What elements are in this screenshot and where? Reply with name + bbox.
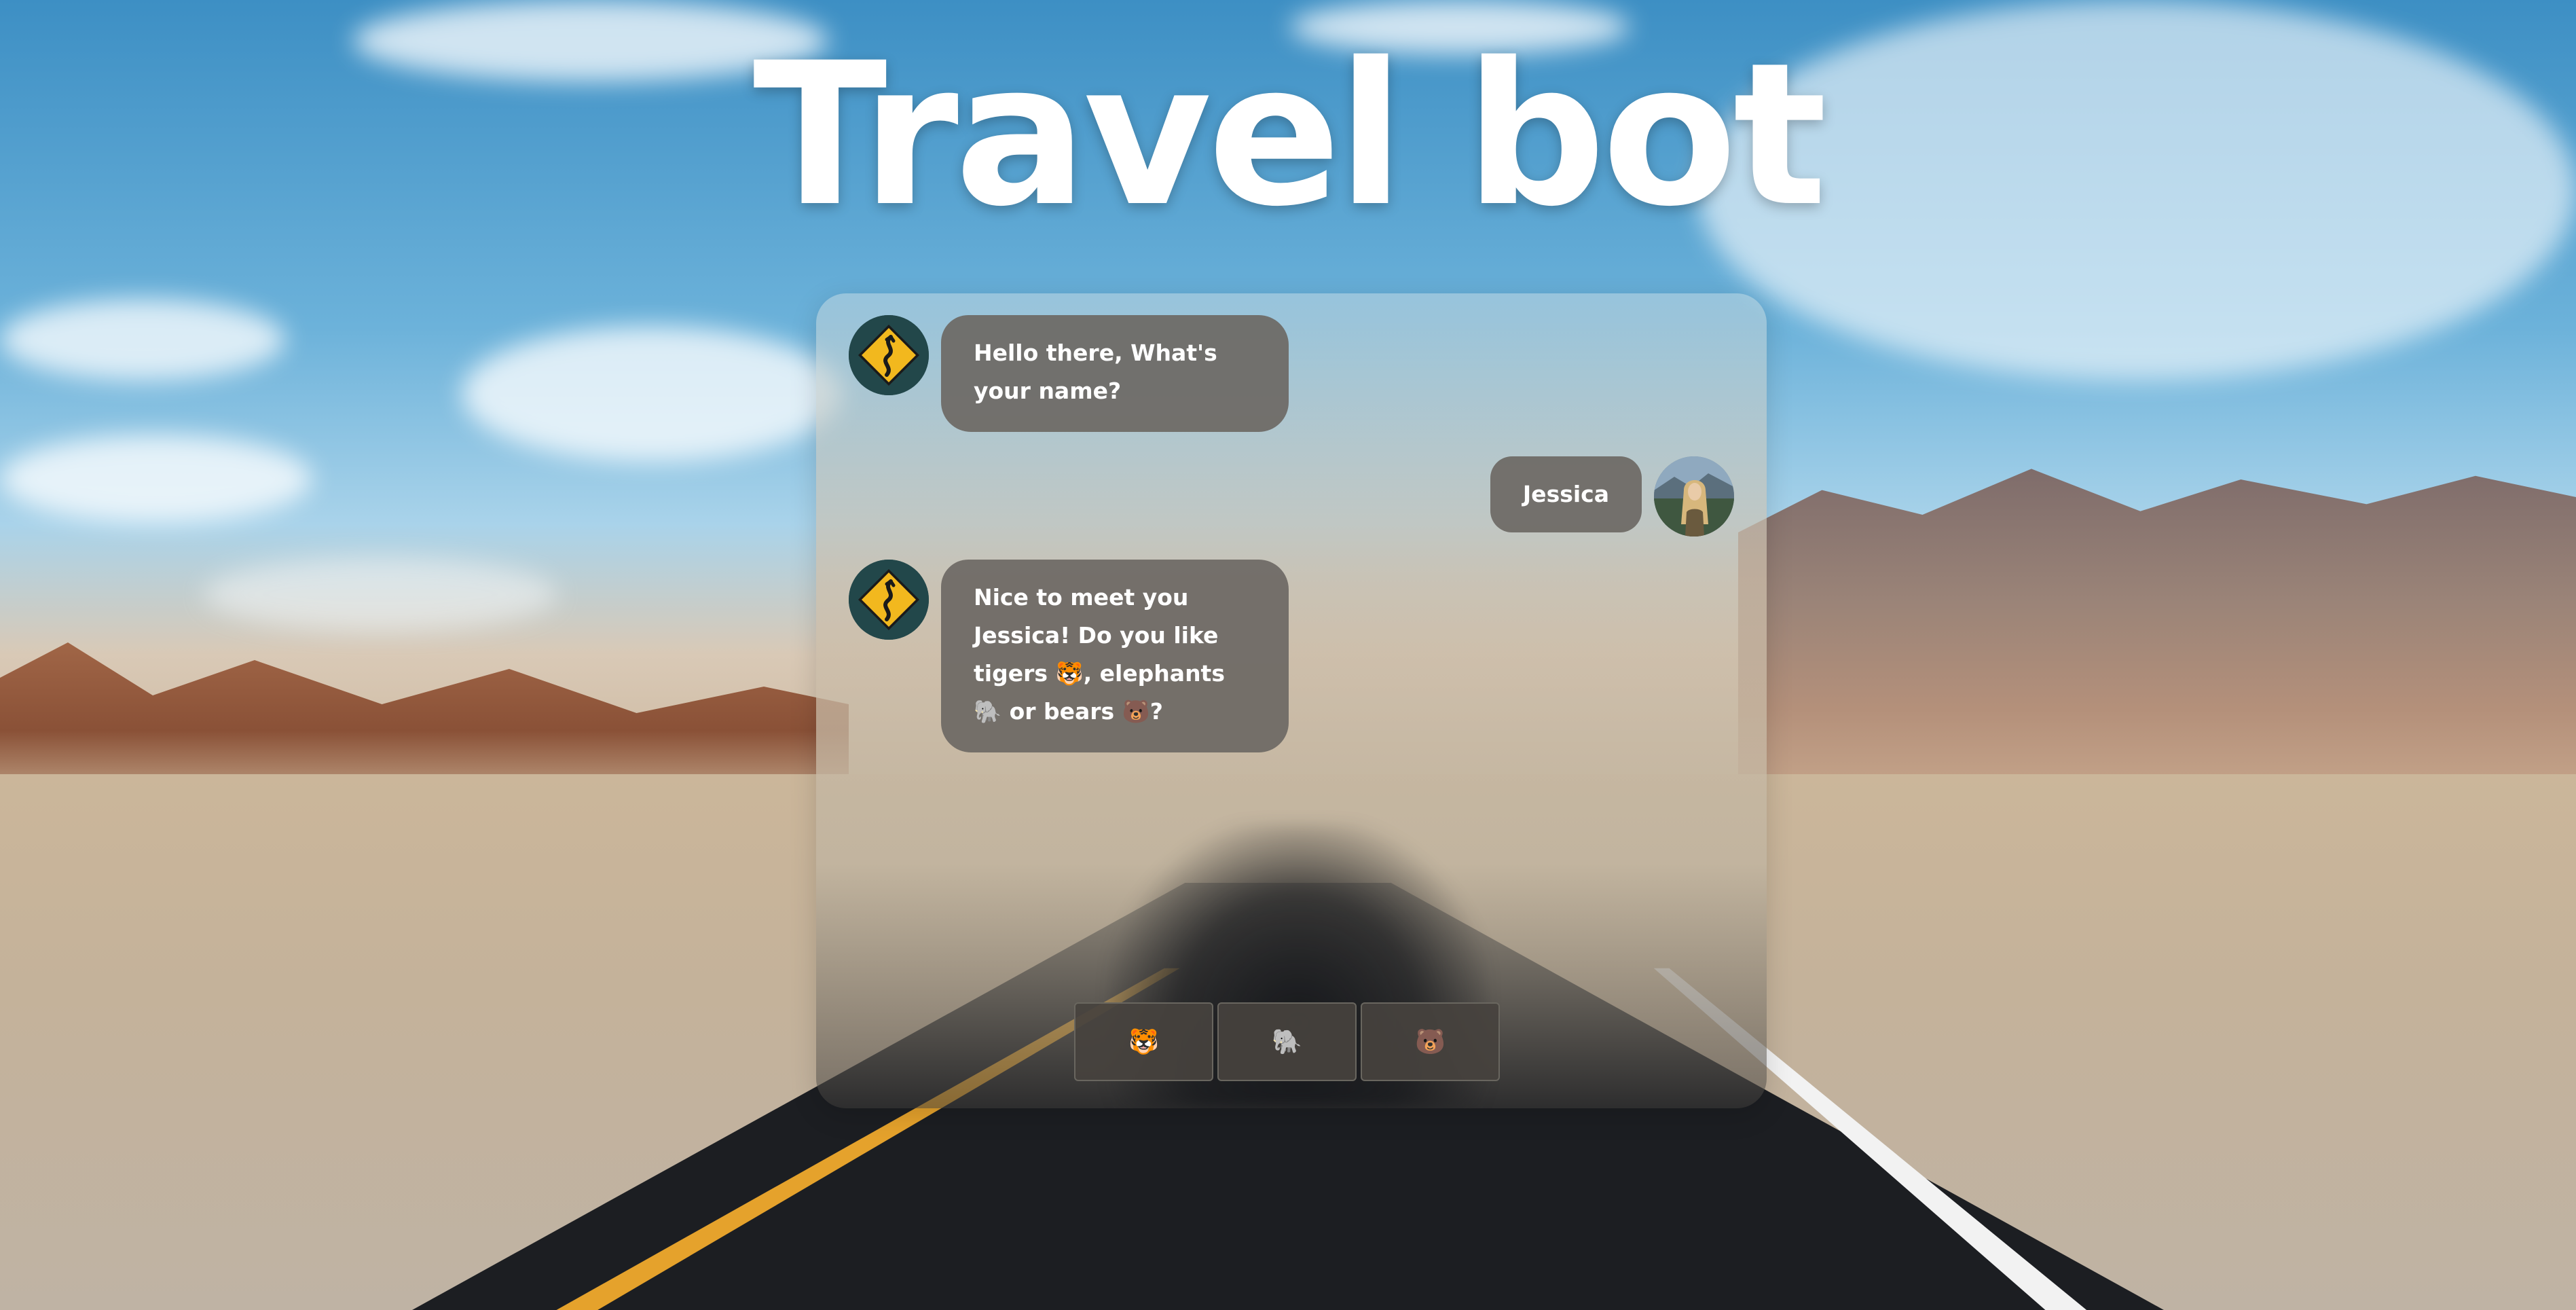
quick-reply-options: 🐯 🐘 🐻	[1074, 1002, 1500, 1081]
cloud	[0, 435, 312, 523]
winding-road-sign-avatar	[849, 315, 929, 395]
bear-option-button[interactable]: 🐻	[1361, 1002, 1500, 1081]
winding-road-sign-icon	[849, 560, 929, 640]
page-title: Travel bot	[752, 21, 1827, 250]
bot-message-row: Hello there, What's your name?	[849, 315, 1289, 432]
user-photo-icon	[1654, 456, 1734, 536]
chat-panel: Hello there, What's your name? Jessica N…	[816, 293, 1767, 1108]
bot-message-row: Nice to meet you Jessica! Do you like ti…	[849, 560, 1289, 752]
winding-road-sign-avatar	[849, 560, 929, 640]
user-photo-avatar	[1654, 456, 1734, 536]
tiger-option-button[interactable]: 🐯	[1074, 1002, 1213, 1081]
cloud	[462, 326, 842, 462]
cloud	[204, 557, 557, 632]
bot-message-bubble: Nice to meet you Jessica! Do you like ti…	[941, 560, 1289, 752]
background-scene: Travel bot Hello there, What's your name…	[0, 0, 2576, 1310]
bot-message-bubble: Hello there, What's your name?	[941, 315, 1289, 432]
mountains-right	[1738, 469, 2576, 815]
winding-road-sign-icon	[849, 315, 929, 395]
elephant-option-button[interactable]: 🐘	[1217, 1002, 1357, 1081]
user-message-bubble: Jessica	[1490, 456, 1642, 532]
cloud	[0, 299, 285, 380]
user-message-row: Jessica	[1490, 456, 1734, 536]
